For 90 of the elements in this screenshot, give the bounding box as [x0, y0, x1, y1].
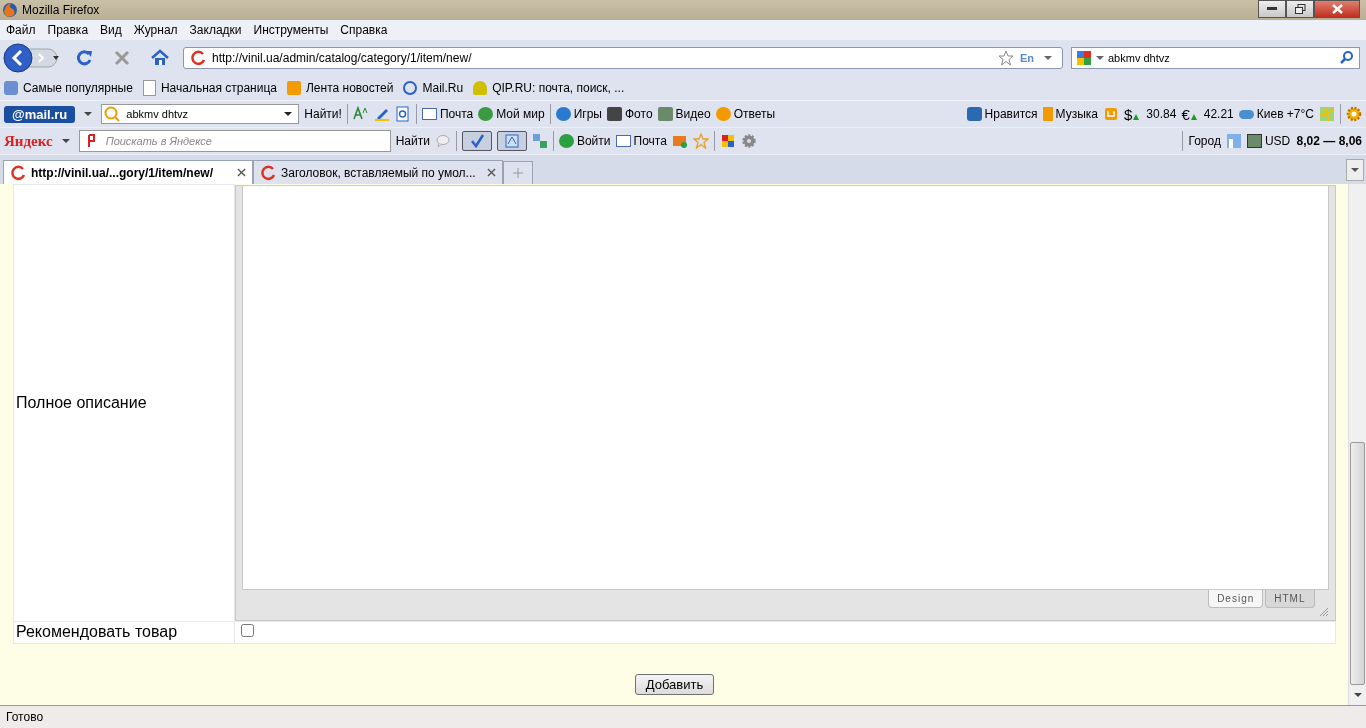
dollar-rate: 30.84 — [1146, 107, 1177, 121]
menu-item[interactable]: Инструменты — [249, 23, 337, 37]
reload-icon[interactable] — [74, 48, 94, 68]
field-label: Рекомендовать товар — [13, 621, 235, 643]
toolbar-link[interactable]: Игры — [555, 107, 602, 121]
close-icon — [1331, 4, 1343, 14]
toolbar-link[interactable]: Музыка — [1042, 107, 1098, 121]
spellcheck-button[interactable] — [461, 131, 492, 151]
gear-icon[interactable] — [1346, 106, 1362, 122]
city-link[interactable]: Город — [1188, 134, 1221, 148]
plus-icon — [513, 168, 523, 178]
toolbar-link[interactable]: Нравится — [966, 107, 1038, 121]
pencil-icon[interactable] — [373, 106, 390, 122]
swap-icon[interactable] — [531, 133, 548, 149]
tab-title: Заголовок, вставляемый по умол... — [281, 165, 477, 180]
euro-sign: € — [1181, 105, 1190, 123]
restore-icon — [1294, 4, 1306, 14]
dropdown-icon[interactable] — [84, 112, 93, 116]
menu-item[interactable]: Вид — [96, 23, 130, 37]
url-text: http://vinil.ua/admin/catalog/category/1/item/new/ — [212, 51, 472, 65]
bookmark-item[interactable]: QIP.RU: почта, поиск, ... — [473, 81, 625, 95]
settings-icon[interactable] — [740, 133, 757, 149]
translate-button[interactable] — [496, 131, 527, 151]
browser-tab[interactable]: http://vinil.ua/...gory/1/item/new/ — [3, 160, 253, 184]
checkmark-icon — [468, 133, 485, 149]
menu-item[interactable]: Правка — [43, 23, 97, 37]
euro-rate: 42.21 — [1203, 107, 1234, 121]
star-icon[interactable] — [692, 133, 709, 149]
search-icon[interactable] — [1339, 50, 1355, 66]
mail-link[interactable]: Почта — [615, 134, 667, 148]
bookmark-item[interactable]: Mail.Ru — [403, 81, 464, 95]
menu-item[interactable]: Закладки — [185, 23, 250, 37]
checkbox[interactable] — [241, 624, 254, 637]
search-engine-icon[interactable] — [1076, 50, 1092, 66]
back-forward-button[interactable] — [3, 43, 61, 73]
language-indicator: En — [1019, 52, 1034, 64]
mail-search-field[interactable]: abkmv dhtvz — [101, 104, 300, 124]
find-button[interactable]: Найти — [395, 134, 430, 148]
close-icon[interactable] — [237, 168, 246, 177]
window-title: Mozilla Firefox — [22, 3, 100, 17]
find-button[interactable]: Найти! — [304, 107, 342, 121]
home-icon[interactable] — [150, 48, 170, 68]
minimize-icon — [1267, 7, 1277, 11]
close-button[interactable] — [1314, 0, 1360, 18]
status-text: Готово — [6, 710, 44, 724]
dropdown-icon[interactable] — [284, 112, 293, 116]
firefox-icon — [2, 2, 18, 18]
search-field[interactable]: abkmv dhtvz — [1071, 47, 1360, 69]
currency-rate[interactable]: USD 8,02 — 8,06 — [1246, 134, 1362, 148]
scrollbar[interactable] — [1348, 184, 1366, 705]
weather-link[interactable]: Киев +7°C — [1238, 107, 1314, 121]
search-value: abkmv dhtvz — [1108, 52, 1170, 64]
restore-button[interactable] — [1286, 0, 1314, 18]
menu-item[interactable]: Файл — [2, 23, 44, 37]
address-field[interactable]: http://vinil.ua/admin/catalog/category/1/item/new/ En — [183, 47, 1063, 69]
dropdown-icon[interactable] — [61, 139, 70, 143]
font-size-icon[interactable] — [352, 106, 369, 122]
bookmark-item[interactable]: Лента новостей — [287, 81, 394, 95]
search-placeholder: Поискать в Яндексе — [105, 135, 212, 147]
site-icon — [190, 50, 206, 66]
toolbar-link[interactable]: Мой мир — [478, 107, 545, 121]
dollar-sign: $ — [1124, 105, 1133, 123]
bookmark-item[interactable]: Начальная страница — [142, 80, 277, 96]
site-icon — [10, 164, 26, 181]
tab-title: http://vinil.ua/...gory/1/item/new/ — [31, 165, 215, 180]
tab-list-button[interactable] — [1346, 158, 1364, 181]
yandex-logo[interactable]: Яндекс — [4, 132, 53, 150]
minimize-button[interactable] — [1258, 0, 1286, 18]
mail-logo[interactable]: @mail.ru — [4, 105, 76, 123]
toolbar-link[interactable]: Ответы — [715, 107, 776, 121]
dropdown-icon — [1351, 167, 1359, 172]
scroll-down-icon[interactable] — [1353, 693, 1362, 697]
login-link[interactable]: Войти — [558, 134, 611, 148]
star-icon[interactable] — [997, 50, 1014, 66]
up-arrow-icon — [1190, 114, 1197, 120]
site-icon — [260, 164, 276, 181]
magnifier-page-icon[interactable] — [394, 106, 411, 122]
up-arrow-icon — [1133, 114, 1140, 120]
yandex-search-field[interactable]: Поискать в Яндексе — [78, 130, 391, 152]
submit-button[interactable]: Добавить — [634, 673, 715, 695]
toolbar-link[interactable]: Фото — [607, 107, 653, 121]
toolbar-link[interactable]: Видео — [657, 107, 711, 121]
bookmark-item[interactable]: Самые популярные — [4, 81, 133, 95]
menu-item[interactable]: Журнал — [129, 23, 186, 37]
toolbar-link[interactable]: Почта — [421, 107, 474, 121]
browser-tab[interactable]: Заголовок, вставляемый по умол... — [253, 160, 503, 184]
menu-item[interactable]: Справка — [336, 23, 396, 37]
close-icon[interactable] — [487, 168, 496, 177]
field-label: Полное описание — [13, 184, 235, 621]
search-value: abkmv dhtvz — [126, 108, 189, 120]
